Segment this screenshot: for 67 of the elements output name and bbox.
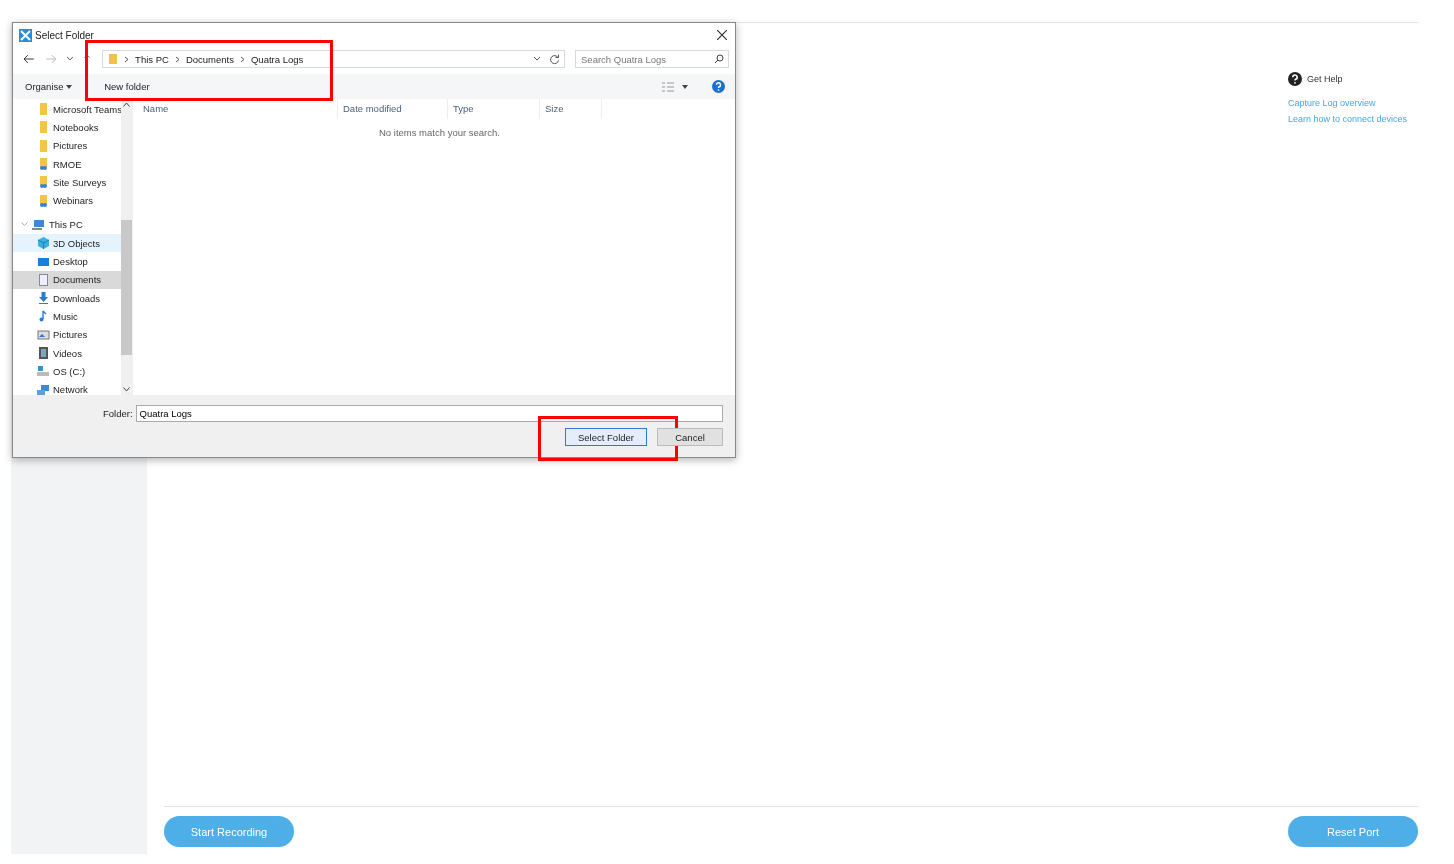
- address-bar[interactable]: This PC Documents Quatra Logs: [102, 50, 565, 68]
- chevron-right-icon: [123, 55, 131, 63]
- empty-message: No items match your search.: [379, 127, 501, 138]
- chevron-right-icon: [238, 55, 246, 63]
- tree-item[interactable]: Videos: [13, 343, 121, 363]
- pc-icon: [32, 218, 45, 231]
- chevron-down-icon[interactable]: [533, 56, 541, 62]
- breadcrumb-item[interactable]: Quatra Logs: [250, 53, 304, 65]
- tree-item[interactable]: Webinars: [13, 191, 121, 210]
- caret-icon[interactable]: [682, 84, 688, 89]
- search-field[interactable]: Search Quatra Logs: [575, 50, 729, 68]
- help-icon[interactable]: [712, 80, 725, 93]
- tree-item[interactable]: Documents: [13, 270, 121, 289]
- tree-item[interactable]: OS (C:): [13, 362, 121, 381]
- column-header[interactable]: Type: [448, 99, 540, 119]
- refresh-icon[interactable]: [549, 53, 560, 65]
- tree-item[interactable]: Notebooks: [13, 118, 121, 137]
- close-icon[interactable]: [717, 30, 727, 40]
- tree-item[interactable]: Network: [13, 380, 121, 395]
- tree-item[interactable]: This PC: [13, 215, 121, 235]
- column-header[interactable]: Date modified: [338, 99, 448, 119]
- shared-icon: [37, 158, 50, 171]
- tree-item[interactable]: Site Surveys: [13, 173, 121, 192]
- folder-icon: [37, 121, 50, 134]
- dialog-button[interactable]: Select Folder: [565, 428, 647, 446]
- folder-label: Folder:: [103, 408, 133, 419]
- cube-icon: [37, 237, 50, 250]
- scrollbar[interactable]: [121, 99, 132, 395]
- tree-item[interactable]: RMOE: [13, 154, 121, 174]
- help-title: Get Help: [1307, 74, 1343, 84]
- download-icon: [37, 292, 50, 305]
- column-header[interactable]: Size: [540, 99, 602, 119]
- breadcrumb-item[interactable]: This PC: [135, 53, 169, 65]
- breadcrumb-item[interactable]: Documents: [185, 53, 234, 65]
- caret-icon: [66, 85, 73, 90]
- desktop-icon: [37, 255, 50, 268]
- chevron-down-icon[interactable]: [123, 387, 130, 392]
- network-icon: [37, 383, 50, 395]
- dialog-title: Select Folder: [35, 29, 94, 41]
- new-folder-button[interactable]: New folder: [100, 79, 154, 94]
- dialog-button[interactable]: Cancel: [657, 428, 723, 446]
- shared-icon: [37, 176, 50, 189]
- app-icon: [19, 28, 32, 42]
- shared-icon: [37, 194, 50, 207]
- tree-item[interactable]: Pictures: [13, 325, 121, 344]
- folder-icon: [108, 53, 119, 65]
- folder-input[interactable]: Quatra Logs: [135, 405, 723, 422]
- column-header[interactable]: Name: [138, 99, 338, 119]
- help-icon: [1288, 72, 1302, 86]
- chevron-right-icon: [173, 55, 181, 63]
- drive-icon: [37, 365, 50, 378]
- tree-item[interactable]: Pictures: [13, 136, 121, 155]
- tree-item[interactable]: Downloads: [13, 288, 121, 308]
- document-icon: [37, 273, 50, 286]
- tree-item[interactable]: 3D Objects: [13, 234, 121, 253]
- search-icon: [714, 54, 724, 64]
- tree-item[interactable]: Microsoft Teams: [13, 100, 121, 119]
- pictures-icon: [37, 328, 50, 341]
- videos-icon: [37, 347, 50, 359]
- tree-item[interactable]: Music: [13, 307, 121, 326]
- chevron-down-icon[interactable]: [66, 56, 75, 62]
- folder-icon: [37, 139, 50, 152]
- back-arrow-icon[interactable]: [23, 54, 35, 64]
- folder-icon: [37, 103, 50, 116]
- organise-menu-button[interactable]: Organise: [21, 79, 77, 94]
- tree-item[interactable]: Desktop: [13, 252, 121, 271]
- chevron-up-icon[interactable]: [123, 102, 130, 107]
